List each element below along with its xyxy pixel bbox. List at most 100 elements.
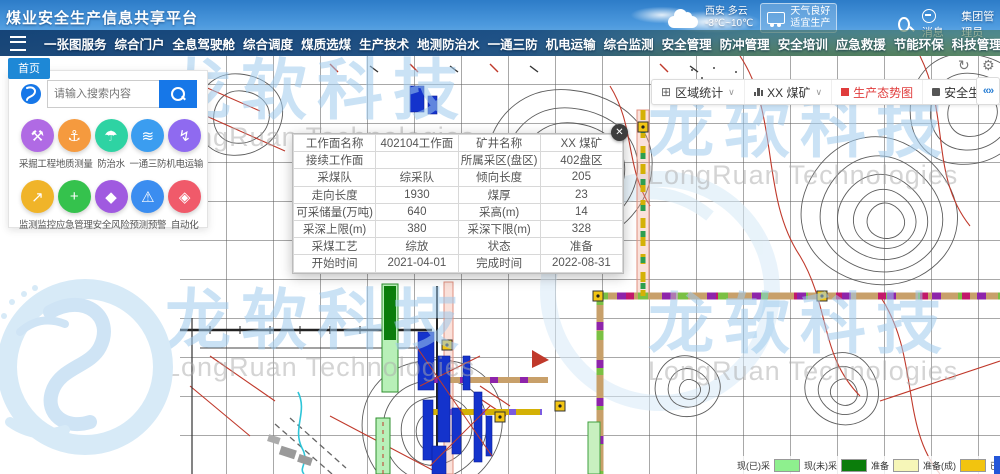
cell-label: 矿井名称 [458,135,540,152]
nav-item-burst-mgmt[interactable]: 防冲管理 [716,29,774,58]
nav-item-tech-mgmt[interactable]: 科技管理 [948,29,1000,58]
nav-item-safety-mgmt[interactable]: 安全管理 [658,29,716,58]
legend-label: 准备 [871,459,889,472]
close-icon: ✕ [615,127,623,138]
table-row: 开始时间2021-04-01 完成时间2022-08-31 [294,255,623,272]
cell-label: 采煤工艺 [294,238,376,255]
red-flag-marker [532,350,549,368]
nav-item-dispatch[interactable]: 综合调度 [239,29,297,58]
cell-label: 采深下限(m) [458,220,540,237]
legend-label: 现(已)采 [737,459,770,472]
search-button[interactable] [159,80,197,108]
cell-value: 综放 [376,238,458,255]
table-row: 走向长度1930 煤厚23 [294,186,623,203]
anchor-icon: ⚓ [67,127,80,145]
workface-info-popup: 工作面名称402104工作面 矿井名称XX 煤矿 接续工作面 所属采区(盘区)4… [292,133,624,274]
quick-icon-automation[interactable]: ◈ 自动化 [166,180,203,231]
quick-icon-electromechanical[interactable]: ↯ 机电运输 [166,119,203,170]
cell-value: 205 [540,169,622,186]
dark-square-icon [932,88,940,96]
grid-icon: ⊞ [661,85,671,99]
map-toolbar: ⊞ 区域统计∨ XX 煤矿∨ 生产态势图 安全生产态势图∨ 工具∨ [651,79,1000,105]
plug-icon: ↯ [178,127,191,145]
survey-ticks [330,64,698,72]
nav-item-emergency-rescue[interactable]: 应急救援 [832,29,890,58]
quick-icon-safety-risk[interactable]: ◆ 安全风险 [93,180,130,231]
pick-icon: ⚒ [31,127,44,145]
nav-item-monitoring[interactable]: 综合监测 [600,29,658,58]
quick-icon-monitoring[interactable]: ↗ 监测监控 [19,180,56,231]
map-legend: 现(已)采 现(未)采 准备 准备(成) 已采 [733,456,1000,474]
weather-city: 西安 多云 [705,6,748,17]
quick-icon-mining-engineering[interactable]: ⚒ 采掘工程 [19,119,56,170]
cell-label: 开始时间 [294,255,376,272]
cell-label: 采煤队 [294,169,376,186]
nav-item-portal[interactable]: 综合门户 [111,29,169,58]
diamond-icon: ◈ [179,188,191,206]
cell-value: 23 [540,186,622,203]
quick-icon-emergency-mgmt[interactable]: + 应急管理 [56,180,93,231]
cell-label: 采深上限(m) [294,220,376,237]
mine-truck-icon [767,12,785,24]
cell-label: 接续工作面 [294,152,376,169]
popup-close-button[interactable]: ✕ [611,124,628,141]
nav-item-coal-quality[interactable]: 煤质选煤 [297,29,355,58]
red-square-icon [841,88,849,96]
quick-icon-water-control[interactable]: ☂ 防治水 [93,119,130,170]
legend-swatch [893,459,919,472]
legend-label: 准备(成) [923,459,956,472]
panel-collapse-button[interactable]: «» [976,77,1000,105]
cell-value: 综采队 [376,169,458,186]
nav-item-cockpit[interactable]: 全息驾驶舱 [169,29,240,58]
refresh-icon[interactable]: ↻ [958,57,970,74]
table-row: 接续工作面 所属采区(盘区)402盘区 [294,152,623,169]
chevron-down-icon: ∨ [728,87,735,98]
cell-label: 完成时间 [458,255,540,272]
table-row: 采深上限(m)380 采深下限(m)328 [294,220,623,237]
workface-info-table: 工作面名称402104工作面 矿井名称XX 煤矿 接续工作面 所属采区(盘区)4… [293,134,623,273]
cell-label: 采高(m) [458,203,540,220]
cell-label: 煤厚 [458,186,540,203]
search-input[interactable] [47,80,159,108]
cell-value: 2022-08-31 [540,255,622,272]
nav-item-energy-saving[interactable]: 节能环保 [890,29,948,58]
panel-logo-icon [19,82,43,106]
mine-selector-dropdown[interactable]: XX 煤矿∨ [744,80,831,104]
cell-label: 状态 [458,238,540,255]
surface-buildings [267,434,313,466]
cell-label: 所属采区(盘区) [458,152,540,169]
legend-swatch [841,459,867,472]
gem-icon: ◆ [105,188,117,206]
nav-item-water-control[interactable]: 地测防治水 [413,29,484,58]
cell-value: 328 [540,220,622,237]
menu-hamburger-icon[interactable] [10,36,26,51]
tab-home[interactable]: 首页 [8,58,50,79]
quick-icon-forecast-warning[interactable]: ⚠ 预测预警 [129,180,166,231]
nav-item-electromechanical[interactable]: 机电运输 [542,29,600,58]
quick-icon-ventilation[interactable]: ≋ 一通三防 [129,119,166,170]
scrollbar-corner[interactable] [994,456,1000,474]
nav-item-ventilation[interactable]: 一通三防 [484,29,542,58]
weather-advise-2: 适宜生产 [790,18,830,29]
table-row: 可采储量(万吨)640 采高(m)14 [294,203,623,220]
gear-icon[interactable]: ⚙ [982,57,995,74]
table-row: 采煤工艺综放 状态准备 [294,238,623,255]
nav-item-map-service[interactable]: 一张图服务 [40,29,111,58]
cell-value [376,152,458,169]
cell-value: 1930 [376,186,458,203]
search-icon [171,87,185,101]
legend-label: 现(未)采 [804,459,837,472]
cell-value: 402盘区 [540,152,622,169]
cloud-icon [668,16,698,28]
cell-label: 倾向长度 [458,169,540,186]
table-row: 采煤队综采队 倾向长度205 [294,169,623,186]
weather-advise-1: 天气良好 [790,6,830,17]
bar-chart-icon [754,88,764,96]
region-statistics-dropdown[interactable]: ⊞ 区域统计∨ [652,80,744,104]
nav-item-production-tech[interactable]: 生产技术 [355,29,413,58]
quick-icon-geological-survey[interactable]: ⚓ 地质测量 [56,119,93,170]
cell-label: 可采储量(万吨) [294,203,376,220]
nav-item-safety-training[interactable]: 安全培训 [774,29,832,58]
message-icon [922,9,936,23]
production-situation-map-button[interactable]: 生产态势图 [831,80,922,104]
